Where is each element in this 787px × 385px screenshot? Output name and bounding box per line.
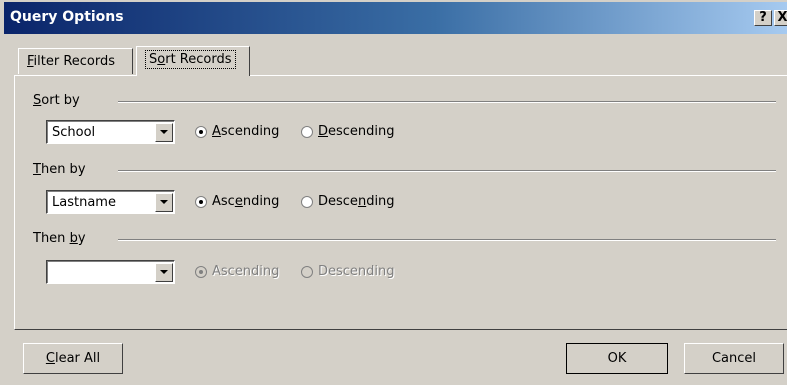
tab-label: Sort Records: [145, 50, 236, 69]
then-by-2-field-dropdown[interactable]: [46, 260, 175, 284]
chevron-down-icon[interactable]: [155, 123, 173, 142]
close-button[interactable]: X: [774, 10, 787, 26]
cancel-button[interactable]: Cancel: [684, 343, 784, 374]
title-bar: Query Options ? X: [4, 2, 787, 34]
ok-button[interactable]: OK: [566, 343, 668, 374]
group-divider: [118, 101, 776, 103]
radio-icon: [301, 196, 313, 208]
then-by-field-dropdown[interactable]: Lastname: [46, 190, 175, 214]
chevron-down-icon[interactable]: [155, 263, 173, 282]
dropdown-value: Lastname: [52, 195, 116, 210]
query-options-dialog: Query Options ? X Filter Records Sort Re…: [0, 0, 787, 385]
radio-icon: [195, 266, 207, 278]
sort-by-label: Sort by: [33, 93, 88, 108]
window-title: Query Options: [10, 9, 124, 25]
group-divider: [118, 170, 776, 172]
help-button[interactable]: ?: [754, 10, 772, 26]
group-divider: [118, 239, 776, 241]
then-by-2-label: Then by: [33, 231, 94, 246]
radio-icon: [195, 196, 207, 208]
chevron-down-icon[interactable]: [155, 193, 173, 212]
tab-filter-records[interactable]: Filter Records: [18, 48, 133, 74]
radio-icon: [301, 126, 313, 138]
then-by-label: Then by: [33, 162, 94, 177]
radio-icon: [301, 266, 313, 278]
clear-all-button[interactable]: Clear All: [23, 343, 123, 374]
dropdown-value: School: [52, 125, 96, 140]
radio-icon: [195, 126, 207, 138]
sort-by-field-dropdown[interactable]: School: [46, 120, 175, 144]
tab-label: Filter Records: [27, 54, 116, 69]
tab-sort-records[interactable]: Sort Records: [136, 46, 250, 76]
